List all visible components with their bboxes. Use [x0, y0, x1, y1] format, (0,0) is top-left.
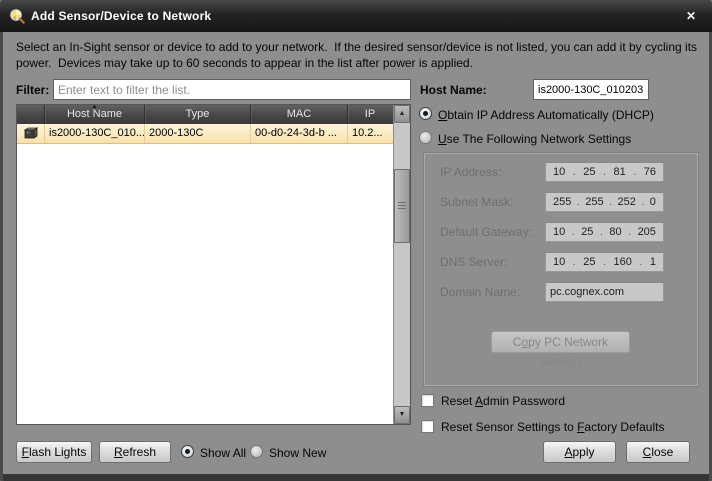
- octet-dot: .: [628, 226, 631, 238]
- host-name-label: Host Name:: [420, 83, 487, 97]
- octet: 255: [585, 196, 603, 208]
- radio-show-all[interactable]: [181, 445, 194, 458]
- title-bar[interactable]: Add Sensor/Device to Network ✕: [0, 0, 712, 32]
- cell-type: 2000-130C: [145, 124, 251, 143]
- table-scrollbar[interactable]: ▲ ▼: [393, 105, 410, 424]
- octet: 10: [553, 256, 565, 268]
- scroll-down-icon[interactable]: ▼: [394, 406, 410, 424]
- ip-address-row: IP Address: 10. 25. 81. 76: [425, 162, 697, 182]
- radio-static[interactable]: [419, 131, 432, 144]
- dns-server-label: DNS Server:: [440, 252, 507, 272]
- octet-dot: .: [603, 256, 606, 268]
- subnet-mask-row: Subnet Mask: 255. 255. 252. 0: [425, 192, 697, 212]
- column-header-icon[interactable]: [17, 105, 45, 124]
- octet: 25: [583, 256, 595, 268]
- refresh-button[interactable]: Refresh: [99, 441, 171, 463]
- scroll-up-icon[interactable]: ▲: [394, 105, 410, 123]
- apply-button[interactable]: Apply: [543, 441, 616, 463]
- add-sensor-dialog: Add Sensor/Device to Network ✕ Select an…: [0, 0, 712, 481]
- instruction-text: Select an In-Sight sensor or device to a…: [16, 39, 704, 71]
- octet-dot: .: [572, 226, 575, 238]
- octet: 205: [638, 226, 656, 238]
- octet: 81: [614, 166, 626, 178]
- octet: 80: [609, 226, 621, 238]
- reset-admin-checkbox[interactable]: [421, 394, 434, 407]
- octet-dot: .: [573, 256, 576, 268]
- dns-server-row: DNS Server: 10. 25. 160. 1: [425, 252, 697, 272]
- network-settings-group: IP Address: 10. 25. 81. 76 Subnet Mask: …: [424, 153, 698, 386]
- octet: 255: [553, 196, 571, 208]
- domain-name-row: Domain Name: pc.cognex.com: [425, 282, 697, 302]
- radio-show-new[interactable]: [250, 445, 263, 458]
- radio-dhcp[interactable]: [419, 107, 432, 120]
- subnet-mask-label: Subnet Mask:: [440, 192, 513, 212]
- column-header-ip[interactable]: IP: [348, 105, 392, 124]
- close-button[interactable]: Close: [626, 441, 690, 463]
- filter-label: Filter:: [16, 83, 49, 97]
- radio-dhcp-label[interactable]: Obtain IP Address Automatically (DHCP): [438, 108, 654, 122]
- reset-factory-checkbox[interactable]: [421, 420, 434, 433]
- octet-dot: .: [600, 226, 603, 238]
- cell-host-name: is2000-130C_010...: [45, 124, 145, 143]
- reset-admin-label[interactable]: Reset Admin Password: [441, 394, 565, 408]
- default-gateway-label: Default Gateway:: [440, 222, 532, 242]
- flash-lights-button[interactable]: Flash Lights: [16, 441, 92, 463]
- cell-ip: 10.2...: [348, 124, 392, 143]
- octet-dot: .: [577, 196, 580, 208]
- octet: 10: [553, 226, 565, 238]
- octet-dot: .: [633, 166, 636, 178]
- default-gateway-field: 10. 25. 80. 205: [545, 222, 664, 242]
- octet: 0: [650, 196, 656, 208]
- domain-name-field: pc.cognex.com: [545, 282, 664, 302]
- subnet-mask-field: 255. 255. 252. 0: [545, 192, 664, 212]
- octet-dot: .: [639, 256, 642, 268]
- close-icon[interactable]: ✕: [686, 0, 696, 32]
- filter-input[interactable]: [53, 79, 411, 100]
- dns-server-field: 10. 25. 160. 1: [545, 252, 664, 272]
- octet-dot: .: [609, 196, 612, 208]
- column-header-type[interactable]: Type: [145, 105, 251, 124]
- table-row[interactable]: is2000-130C_010... 2000-130C 00-d0-24-3d…: [17, 124, 410, 144]
- magnifier-app-icon: [9, 8, 26, 25]
- sort-ascending-icon: ▲: [92, 103, 98, 111]
- domain-name-label: Domain Name:: [440, 282, 520, 302]
- radio-show-all-label[interactable]: Show All: [200, 446, 246, 460]
- octet: 76: [644, 166, 656, 178]
- octet: 25: [583, 166, 595, 178]
- octet: 10: [553, 166, 565, 178]
- cell-mac: 00-d0-24-3d-b ...: [251, 124, 348, 143]
- dialog-title: Add Sensor/Device to Network: [31, 0, 211, 32]
- host-name-input[interactable]: [533, 79, 649, 100]
- column-header-mac[interactable]: MAC: [251, 105, 348, 124]
- sensor-camera-icon: [17, 124, 45, 143]
- scrollbar-thumb[interactable]: [394, 169, 410, 243]
- reset-factory-label[interactable]: Reset Sensor Settings to Factory Default…: [441, 420, 664, 434]
- copy-pc-network-settings-button[interactable]: Copy PC Network Settings: [491, 331, 630, 353]
- radio-static-label[interactable]: Use The Following Network Settings: [438, 132, 631, 146]
- octet: 252: [618, 196, 636, 208]
- octet-dot: .: [641, 196, 644, 208]
- default-gateway-row: Default Gateway: 10. 25. 80. 205: [425, 222, 697, 242]
- octet-dot: .: [573, 166, 576, 178]
- octet: 160: [614, 256, 632, 268]
- octet: 25: [581, 226, 593, 238]
- octet: 1: [650, 256, 656, 268]
- device-table: ▲ Host Name Type MAC IP is2000-130C_010.…: [16, 104, 411, 425]
- ip-address-label: IP Address:: [440, 162, 501, 182]
- radio-show-new-label[interactable]: Show New: [269, 446, 326, 460]
- device-table-header: ▲ Host Name Type MAC IP: [17, 105, 410, 124]
- column-header-host-name[interactable]: ▲ Host Name: [45, 105, 145, 124]
- ip-address-field: 10. 25. 81. 76: [545, 162, 664, 182]
- octet-dot: .: [603, 166, 606, 178]
